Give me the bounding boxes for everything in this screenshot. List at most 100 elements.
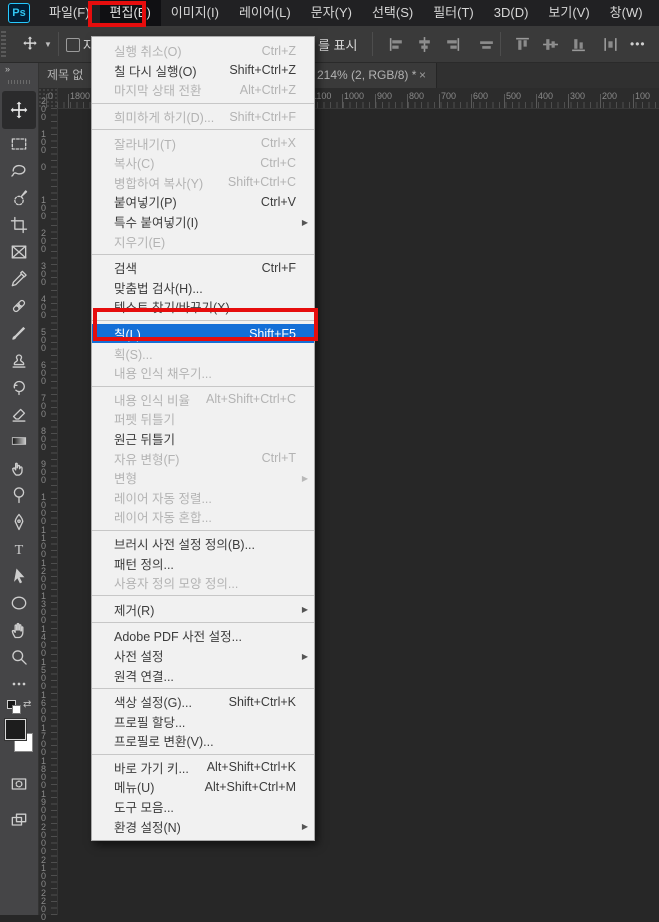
menu-item-shortcut: Ctrl+T <box>261 451 296 466</box>
eyedropper-tool-icon[interactable] <box>2 266 36 291</box>
collapse-panel-button[interactable]: » <box>0 62 38 76</box>
menubar-item-edit[interactable]: 편집(E) <box>99 0 161 26</box>
edit-menu-item[interactable]: 바로 가기 키... Alt+Shift+Ctrl+K <box>92 758 314 778</box>
ellipsis-tool-icon[interactable] <box>2 671 36 696</box>
marquee-tool-icon[interactable] <box>2 131 36 156</box>
quick-select-tool-icon[interactable] <box>2 185 36 210</box>
h-ruler-label: 0 <box>45 91 54 108</box>
edit-menu-item[interactable]: 패턴 정의... <box>92 553 314 573</box>
move-tool-icon[interactable] <box>2 91 36 129</box>
edit-menu-item[interactable]: 칠 다시 실행(O) Shift+Ctrl+Z <box>92 61 314 81</box>
smudge-tool-icon[interactable] <box>2 455 36 480</box>
edit-menu-item[interactable]: 맞춤법 검사(H)... <box>92 278 314 298</box>
menubar-item-9[interactable]: 창(W) <box>600 0 653 26</box>
edit-menu-item[interactable]: 검색 Ctrl+F <box>92 258 314 278</box>
align-right-edges-button[interactable] <box>444 26 461 62</box>
menu-separator <box>92 319 314 321</box>
zoom-tool-icon[interactable] <box>2 644 36 669</box>
menubar-item-0[interactable]: 파일(F) <box>39 0 100 26</box>
gradient-tool-icon[interactable] <box>2 428 36 453</box>
v-ruler-label: 2 0 0 0 <box>41 822 47 856</box>
edit-menu-item[interactable]: 도구 모음... <box>92 797 314 817</box>
vertical-ruler[interactable]: 2 0 0 1 0 0 0 1 0 0 2 0 0 3 0 0 4 0 0 5 0 0 6 0 … <box>38 97 58 922</box>
ruler-ticks <box>51 108 57 915</box>
edit-menu-item[interactable]: Adobe PDF 사전 설정... <box>92 626 314 646</box>
edit-menu-item[interactable]: 제거(R) ▶ <box>92 599 314 619</box>
menu-separator <box>92 687 314 689</box>
foreground-color-swatch[interactable] <box>5 719 26 740</box>
align-middles-button[interactable] <box>542 26 559 62</box>
v-ruler-label: 6 0 0 <box>41 360 47 386</box>
brush-tool-icon[interactable] <box>2 320 36 345</box>
edit-menu-item[interactable]: 메뉴(U) Alt+Shift+Ctrl+M <box>92 777 314 797</box>
menubar-item-7[interactable]: 3D(D) <box>484 0 539 26</box>
edit-menu-item[interactable]: 색상 설정(G)... Shift+Ctrl+K <box>92 692 314 712</box>
frame-tool-icon[interactable] <box>2 239 36 264</box>
path-select-tool-icon[interactable] <box>2 563 36 588</box>
history-brush-tool-icon[interactable] <box>2 374 36 399</box>
lasso-tool-icon[interactable] <box>2 158 36 183</box>
submenu-arrow-icon: ▶ <box>301 822 308 832</box>
edit-menu-item[interactable]: 칠(L)... Shift+F5 <box>92 323 314 344</box>
edit-menu-item[interactable]: 사전 설정 ▶ <box>92 646 314 666</box>
v-ruler-label: 1 0 0 <box>41 195 47 221</box>
v-ruler-label: 1 6 0 0 <box>41 690 47 724</box>
menu-item-label: 특수 붙여넣기(I) <box>114 216 199 231</box>
hand-tool-icon[interactable] <box>2 617 36 642</box>
more-options-button[interactable]: ••• <box>630 26 646 62</box>
menu-item-label: 색상 설정(G)... <box>114 696 192 711</box>
menubar-item-10[interactable]: 도움말(H) <box>653 0 659 26</box>
screen-mode-button[interactable] <box>2 807 36 832</box>
menu-item-label: 프로필로 변환(V)... <box>114 735 214 750</box>
edit-menu-item: 내용 인식 비율 Alt+Shift+Ctrl+C <box>92 390 314 410</box>
edit-menu-item: 레이어 자동 정렬... <box>92 487 314 507</box>
menubar-item-5[interactable]: 선택(S) <box>362 0 423 26</box>
ellipse-tool-icon[interactable] <box>2 590 36 615</box>
menu-item-label: 도구 모음... <box>114 801 174 816</box>
distribute-button[interactable] <box>602 26 619 62</box>
type-tool-icon[interactable]: T <box>2 536 36 561</box>
align-bars-button[interactable] <box>478 26 495 62</box>
align-bottom-edges-button[interactable] <box>570 26 587 62</box>
auto-select-checkbox[interactable] <box>66 38 80 52</box>
crop-tool-icon[interactable] <box>2 212 36 237</box>
panel-grip <box>1 31 6 57</box>
eraser-tool-icon[interactable] <box>2 401 36 426</box>
menubar-item-8[interactable]: 보기(V) <box>538 0 599 26</box>
menubar-item-6[interactable]: 필터(T) <box>423 0 484 26</box>
edit-menu-item[interactable]: 텍스트 찾기/바꾸기(X)... <box>92 297 314 317</box>
edit-menu-item[interactable]: 환경 설정(N) ▶ <box>92 816 314 836</box>
show-transform-controls-label: 를 표시 <box>318 37 358 53</box>
edit-menu-item[interactable]: 프로필로 변환(V)... <box>92 731 314 751</box>
menubar-item-3[interactable]: 레이어(L) <box>229 0 301 26</box>
dodge-tool-icon[interactable] <box>2 482 36 507</box>
close-tab-icon[interactable]: × <box>419 62 426 88</box>
svg-text:T: T <box>15 542 24 558</box>
edit-menu-item[interactable]: 프로필 할당... <box>92 711 314 731</box>
healing-tool-icon[interactable] <box>2 293 36 318</box>
h-ruler-label: 1000 <box>341 91 365 108</box>
edit-menu-item[interactable]: 특수 붙여넣기(I) ▶ <box>92 212 314 232</box>
document-title-right: 214% (2, RGB/8) * <box>317 68 417 82</box>
chevron-down-icon[interactable]: ▼ <box>44 26 52 62</box>
menu-item-label: Adobe PDF 사전 설정... <box>114 630 242 645</box>
stamp-tool-icon[interactable] <box>2 347 36 372</box>
align-vertical-centers-button[interactable] <box>416 26 433 62</box>
align-left-edges-button[interactable] <box>388 26 405 62</box>
edit-menu-item[interactable]: 브러시 사전 설정 정의(B)... <box>92 534 314 554</box>
pen-tool-icon[interactable] <box>2 509 36 534</box>
menubar-item-2[interactable]: 이미지(I) <box>161 0 229 26</box>
menu-item-label: 획(S)... <box>114 347 153 362</box>
v-ruler-label: 5 0 0 <box>41 327 47 353</box>
menu-item-shortcut: Shift+Ctrl+C <box>227 175 296 190</box>
quick-mask-button[interactable] <box>2 771 36 796</box>
edit-menu-item: 사용자 정의 모양 정의... <box>92 573 314 593</box>
edit-menu-item[interactable]: 원근 뒤틀기 <box>92 429 314 449</box>
default-swap-colors-icon[interactable]: ⇄ <box>2 697 36 715</box>
menubar-item-4[interactable]: 문자(Y) <box>301 0 362 26</box>
menu-separator <box>92 385 314 387</box>
align-top-edges-button[interactable] <box>514 26 531 62</box>
edit-menu-item[interactable]: 붙여넣기(P) Ctrl+V <box>92 192 314 212</box>
edit-menu-item[interactable]: 원격 연결... <box>92 665 314 685</box>
color-swatches[interactable] <box>2 717 36 757</box>
